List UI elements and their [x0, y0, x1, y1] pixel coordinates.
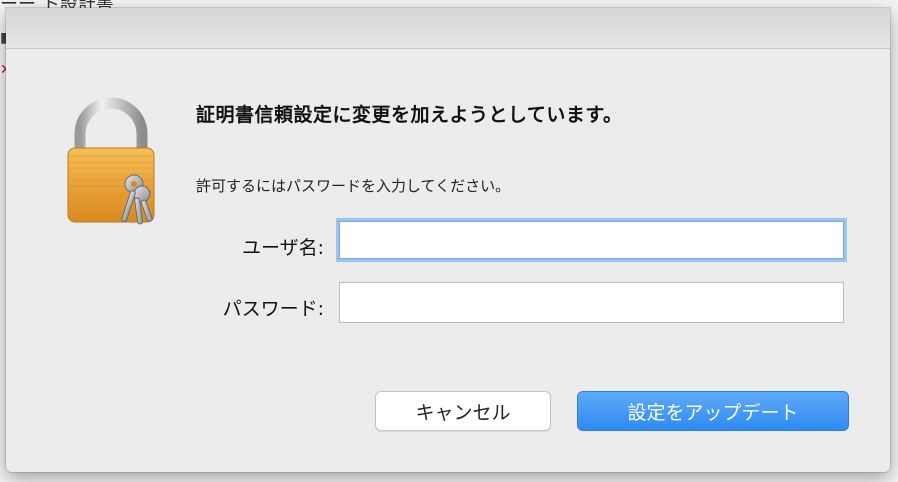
padlock-keys-icon — [67, 97, 155, 225]
dialog-heading: 証明書信頼設定に変更を加えようとしています。 — [196, 104, 623, 126]
password-input[interactable] — [339, 282, 844, 323]
sheet-title-bar — [6, 8, 890, 49]
password-label: パスワード: — [222, 298, 324, 320]
username-label: ユーザ名: — [241, 237, 324, 259]
dialog-instruction: 許可するにはパスワードを入力してください。 — [196, 177, 511, 195]
username-input[interactable] — [339, 221, 844, 259]
cancel-button[interactable]: キャンセル — [375, 391, 551, 431]
update-settings-button[interactable]: 設定をアップデート — [577, 391, 849, 431]
authentication-sheet: 証明書信頼設定に変更を加えようとしています。 許可するにはパスワードを入力してく… — [6, 8, 890, 472]
